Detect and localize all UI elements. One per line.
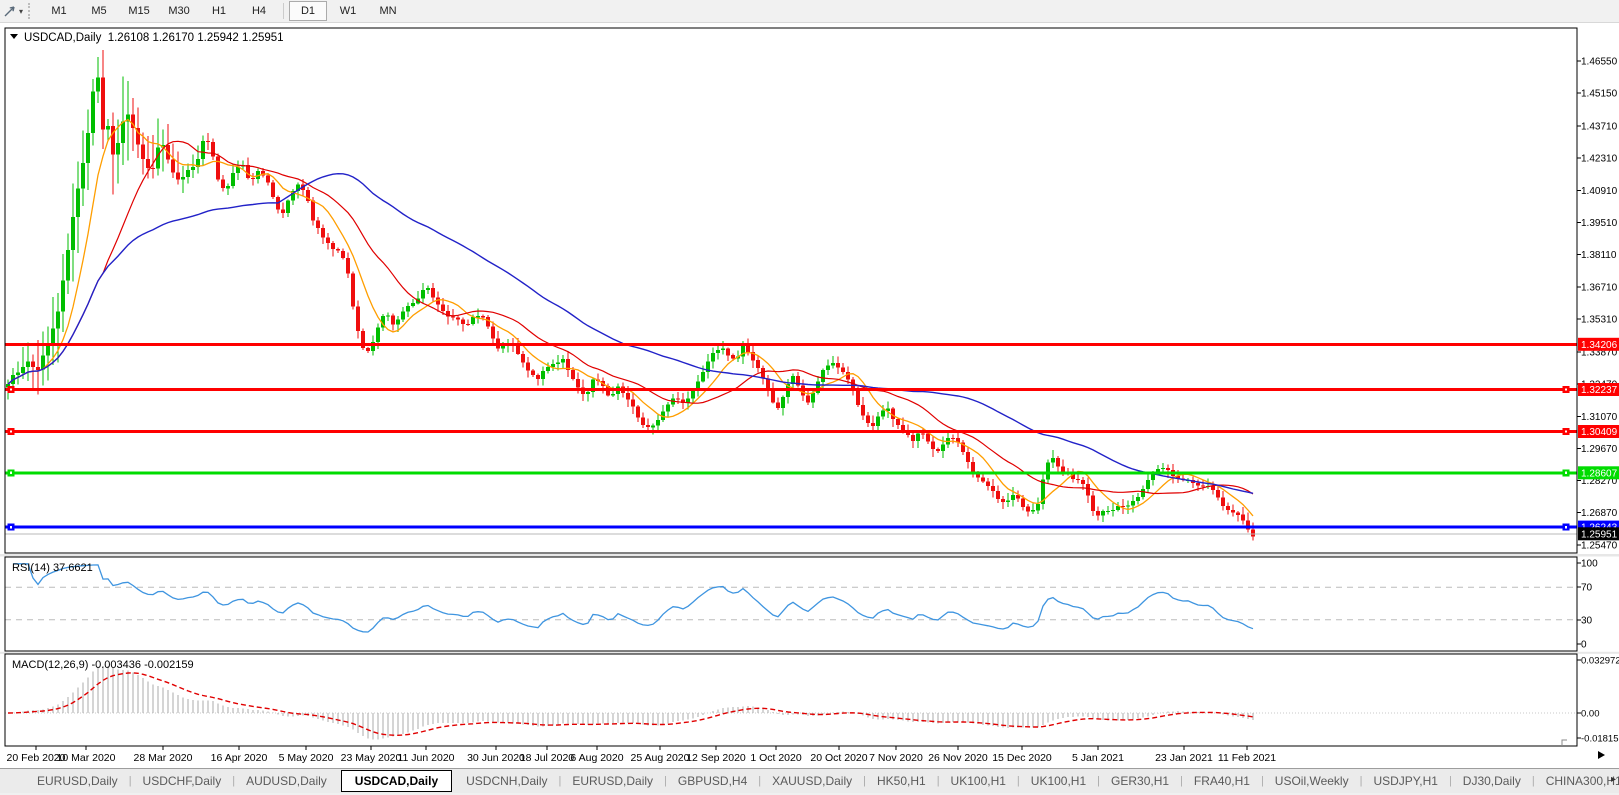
timeframe-button-mn[interactable]: MN: [369, 1, 407, 21]
svg-text:70: 70: [1581, 583, 1593, 594]
svg-text:11 Feb 2021: 11 Feb 2021: [1218, 752, 1276, 764]
timeframe-button-d1[interactable]: D1: [289, 1, 327, 21]
svg-text:1.43710: 1.43710: [1581, 122, 1618, 133]
svg-text:0: 0: [1581, 640, 1587, 651]
chart-tab-usdchf-daily[interactable]: USDCHF,Daily: [132, 774, 233, 788]
svg-text:1.39510: 1.39510: [1581, 218, 1618, 229]
timeframe-buttons: M1M5M15M30H1H4 D1W1MN: [39, 0, 408, 22]
timeframe-button-w1[interactable]: W1: [329, 1, 367, 21]
svg-text:1.46550: 1.46550: [1581, 56, 1618, 67]
chart-tab-fra40-h1[interactable]: FRA40,H1: [1183, 774, 1261, 788]
svg-text:1.26870: 1.26870: [1581, 508, 1618, 519]
chart-tab-bar: EURUSD,Daily|USDCHF,Daily|AUDUSD,DailyUS…: [0, 768, 1619, 793]
chart-tab-hk50-h1[interactable]: HK50,H1: [866, 774, 937, 788]
svg-text:-0.01815: -0.01815: [1581, 734, 1619, 745]
svg-text:23 May 2020: 23 May 2020: [341, 752, 402, 764]
svg-text:7 Nov 2020: 7 Nov 2020: [869, 752, 923, 764]
svg-text:5 May 2020: 5 May 2020: [279, 752, 334, 764]
toolbar: ▾ M1M5M15M30H1H4 D1W1MN: [0, 0, 1619, 23]
chart-tab-uk100-h1[interactable]: UK100,H1: [940, 774, 1017, 788]
chart-tab-dj30-daily[interactable]: DJ30,Daily: [1452, 774, 1532, 788]
svg-text:12 Sep 2020: 12 Sep 2020: [686, 752, 746, 764]
svg-text:1.31070: 1.31070: [1581, 412, 1618, 423]
chart-title: USDCAD,Daily 1.26108 1.26170 1.25942 1.2…: [24, 32, 284, 44]
svg-text:0.032972: 0.032972: [1581, 656, 1619, 667]
timeframe-button-m30[interactable]: M30: [160, 1, 198, 21]
svg-text:1.35310: 1.35310: [1581, 314, 1618, 325]
svg-text:1.28607: 1.28607: [1581, 468, 1618, 479]
svg-text:1.40910: 1.40910: [1581, 186, 1618, 197]
svg-text:30 Jun 2020: 30 Jun 2020: [467, 752, 525, 764]
timeframe-button-m1[interactable]: M1: [40, 1, 78, 21]
crosshair-tool-icon[interactable]: [2, 3, 18, 19]
rsi-label: RSI(14) 37.6621: [12, 562, 93, 574]
svg-text:1.45150: 1.45150: [1581, 89, 1618, 100]
svg-text:1.29670: 1.29670: [1581, 444, 1618, 455]
chart-tab-xauusd-daily[interactable]: XAUUSD,Daily: [761, 774, 863, 788]
chart-tab-uk100-h1[interactable]: UK100,H1: [1020, 774, 1097, 788]
chart-tab-eurusd-daily[interactable]: EURUSD,Daily: [26, 774, 129, 788]
chart-tab-usdcnh-daily[interactable]: USDCNH,Daily: [455, 774, 558, 788]
svg-text:1.25951: 1.25951: [1581, 529, 1618, 540]
chart-tab-gbpusd-h4[interactable]: GBPUSD,H4: [667, 774, 758, 788]
svg-text:0.00: 0.00: [1581, 709, 1600, 720]
chart-tab-audusd-daily[interactable]: AUDUSD,Daily: [235, 774, 338, 788]
svg-text:100: 100: [1581, 559, 1598, 570]
svg-text:10 Mar 2020: 10 Mar 2020: [57, 752, 116, 764]
svg-text:16 Apr 2020: 16 Apr 2020: [211, 752, 268, 764]
timeframe-button-h4[interactable]: H4: [240, 1, 278, 21]
svg-text:30: 30: [1581, 616, 1593, 627]
svg-text:15 Dec 2020: 15 Dec 2020: [992, 752, 1052, 764]
svg-text:28 Mar 2020: 28 Mar 2020: [134, 752, 193, 764]
timeframe-button-m5[interactable]: M5: [80, 1, 118, 21]
tab-scroll-right-icon[interactable]: ▸: [1611, 774, 1616, 785]
timeframe-button-h1[interactable]: H1: [200, 1, 238, 21]
svg-text:11 Jun 2020: 11 Jun 2020: [397, 752, 454, 764]
svg-text:5 Jan 2021: 5 Jan 2021: [1072, 752, 1124, 764]
svg-text:23 Jan 2021: 23 Jan 2021: [1155, 752, 1213, 764]
tool-dropdown-caret-icon[interactable]: ▾: [19, 7, 23, 16]
svg-text:25 Aug 2020: 25 Aug 2020: [631, 752, 690, 764]
chart-canvas[interactable]: 1.46550 1.45150 1.43710 1.42310 1.40910 1.395…: [0, 23, 1619, 768]
toolbar-separator: [283, 3, 284, 19]
chart-tab-usdcad-daily[interactable]: USDCAD,Daily: [341, 770, 452, 792]
chart-tab-eurusd-daily[interactable]: EURUSD,Daily: [561, 774, 664, 788]
chart-tab-usdjpy-h1[interactable]: USDJPY,H1: [1362, 774, 1448, 788]
svg-text:1.36710: 1.36710: [1581, 282, 1618, 293]
svg-text:26 Nov 2020: 26 Nov 2020: [928, 752, 988, 764]
svg-text:1.38110: 1.38110: [1581, 250, 1617, 261]
svg-text:1.34206: 1.34206: [1581, 340, 1618, 351]
chart-tab-usoil-weekly[interactable]: USOil,Weekly: [1264, 774, 1360, 788]
svg-text:18 Jul 2020: 18 Jul 2020: [520, 752, 574, 764]
svg-text:1 Oct 2020: 1 Oct 2020: [750, 752, 802, 764]
svg-text:1.42310: 1.42310: [1581, 154, 1618, 165]
svg-text:1.32237: 1.32237: [1581, 385, 1618, 396]
chart-tab-china300-h1[interactable]: CHINA300,H1: [1535, 774, 1619, 788]
chart-window: 1.46550 1.45150 1.43710 1.42310 1.40910 1.395…: [0, 23, 1619, 768]
svg-text:1.30409: 1.30409: [1581, 427, 1618, 438]
draw-tool-group: ▾: [0, 3, 25, 19]
svg-text:1.25470: 1.25470: [1581, 540, 1618, 551]
timeframe-button-m15[interactable]: M15: [120, 1, 158, 21]
chart-tab-ger30-h1[interactable]: GER30,H1: [1100, 774, 1180, 788]
svg-text:6 Aug 2020: 6 Aug 2020: [570, 752, 623, 764]
macd-label: MACD(12,26,9) -0.003436 -0.002159: [12, 659, 194, 671]
toolbar-grip[interactable]: [28, 3, 35, 19]
svg-text:20 Oct 2020: 20 Oct 2020: [810, 752, 867, 764]
